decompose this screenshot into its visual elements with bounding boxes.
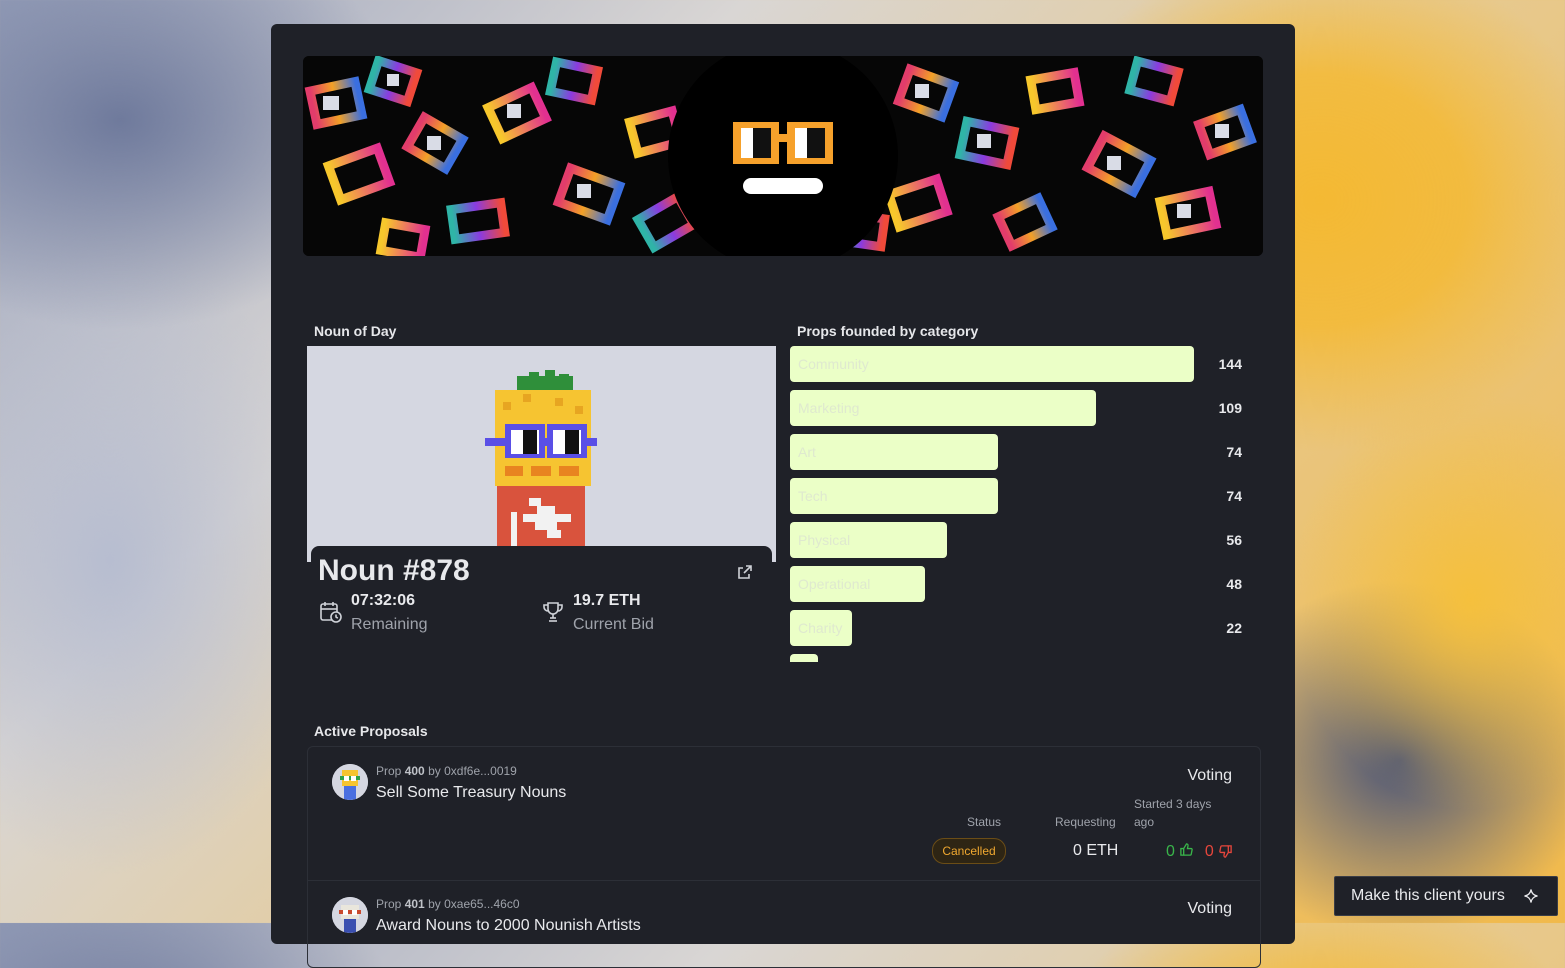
votes-against-count: 0 [1204, 843, 1214, 860]
banner-artwork [303, 56, 1263, 256]
category-label: Tech [798, 488, 828, 504]
status-column-label: Status [967, 815, 1002, 829]
proposal-meta: Prop 401 by 0xae65...46c0 [376, 897, 520, 911]
category-chart-heading: Props founded by category [797, 323, 979, 339]
main-panel: Noun of Day Noun #878 07:32:06 Remaining… [271, 24, 1295, 968]
category-label: Art [798, 444, 816, 460]
calendar-clock-icon [319, 600, 343, 624]
category-count: 74 [1226, 444, 1242, 460]
thumbs-up-icon [1180, 843, 1194, 856]
votes-for-count: 0 [1166, 843, 1175, 860]
proposal-meta: Prop 400 by 0xdf6e...0019 [376, 764, 517, 778]
noun-image [307, 346, 776, 562]
proposal-row-400[interactable]: Prop 400 by 0xdf6e...0019 Sell Some Trea… [308, 747, 1260, 881]
sparkle-icon [1523, 888, 1539, 904]
category-bar-list: Community 144 Marketing 109 Art 74 Tech 74 Physi… [790, 346, 1260, 662]
noun-of-day-heading: Noun of Day [314, 323, 397, 339]
proposal-list: Prop 400 by 0xdf6e...0019 Sell Some Trea… [307, 746, 1261, 968]
make-client-yours-button[interactable]: Make this client yours [1334, 876, 1558, 916]
proposal-row-401[interactable]: Prop 401 by 0xae65...46c0 Award Nouns to… [308, 880, 1260, 967]
category-count: 48 [1226, 576, 1242, 592]
thumbs-down-icon [1219, 845, 1232, 858]
status-badge: Cancelled [932, 838, 1006, 864]
noun-pineapple-head-image [307, 346, 776, 562]
noun-info-panel: Noun #878 07:32:06 Remaining 19.7 ETH Cu… [311, 546, 772, 662]
category-bar[interactable]: Physical [790, 522, 947, 558]
category-bar[interactable]: Art [790, 434, 998, 470]
nouns-banner-image [303, 56, 1263, 256]
category-label: Operational [798, 576, 871, 592]
category-label: Charity [798, 620, 843, 636]
avatar [332, 897, 368, 933]
category-row: Tech 74 [790, 478, 1260, 514]
proposal-title: Sell Some Treasury Nouns [376, 784, 567, 801]
category-bar[interactable]: Tech [790, 478, 998, 514]
active-proposals-heading: Active Proposals [314, 723, 428, 739]
bid-label: Current Bid [573, 616, 654, 633]
category-row: Physical 56 [790, 522, 1260, 558]
trophy-icon [541, 600, 565, 624]
category-row: Community 144 [790, 346, 1260, 382]
category-bar[interactable]: Marketing [790, 390, 1096, 426]
category-count: 144 [1218, 356, 1242, 372]
timer-label: Remaining [351, 616, 428, 633]
proposal-author[interactable]: 0xae65...46c0 [444, 897, 519, 911]
category-row: Charity 22 [790, 610, 1260, 646]
category-label: Physical [798, 532, 851, 548]
category-bar[interactable]: Charity [790, 610, 852, 646]
vote-tally: 0 0 [1166, 842, 1233, 861]
proposal-author[interactable]: 0xdf6e...0019 [444, 764, 517, 778]
external-link-icon[interactable] [735, 562, 755, 582]
timer-value: 07:32:06 [351, 592, 416, 609]
category-label: Marketing [798, 400, 860, 416]
category-label: Community [798, 356, 869, 372]
proposal-state: Voting [1187, 767, 1232, 784]
category-bar[interactable] [790, 654, 818, 662]
category-count: 109 [1218, 400, 1242, 416]
proposal-started-line-1: Started 3 days [1134, 797, 1212, 811]
category-bar[interactable]: Community [790, 346, 1194, 382]
bid-value: 19.7 ETH [573, 592, 641, 609]
noun-of-day-card: Noun #878 07:32:06 Remaining 19.7 ETH Cu… [307, 346, 776, 662]
category-row: Art 74 [790, 434, 1260, 470]
proposal-started-line-2: ago [1134, 815, 1155, 829]
requesting-amount: 0 ETH [1073, 842, 1119, 859]
category-row [790, 654, 1260, 662]
avatar [332, 764, 368, 800]
requesting-column-label: Requesting [1055, 815, 1116, 829]
category-row: Marketing 109 [790, 390, 1260, 426]
proposal-title: Award Nouns to 2000 Nounish Artists [376, 917, 641, 934]
noun-name: Noun #878 [318, 554, 470, 587]
proposal-state: Voting [1187, 900, 1232, 917]
category-count: 56 [1226, 532, 1242, 548]
category-bar[interactable]: Operational [790, 566, 925, 602]
category-row: Operational 48 [790, 566, 1260, 602]
cta-label: Make this client yours [1351, 887, 1505, 904]
category-count: 22 [1226, 620, 1242, 636]
category-count: 74 [1226, 488, 1242, 504]
